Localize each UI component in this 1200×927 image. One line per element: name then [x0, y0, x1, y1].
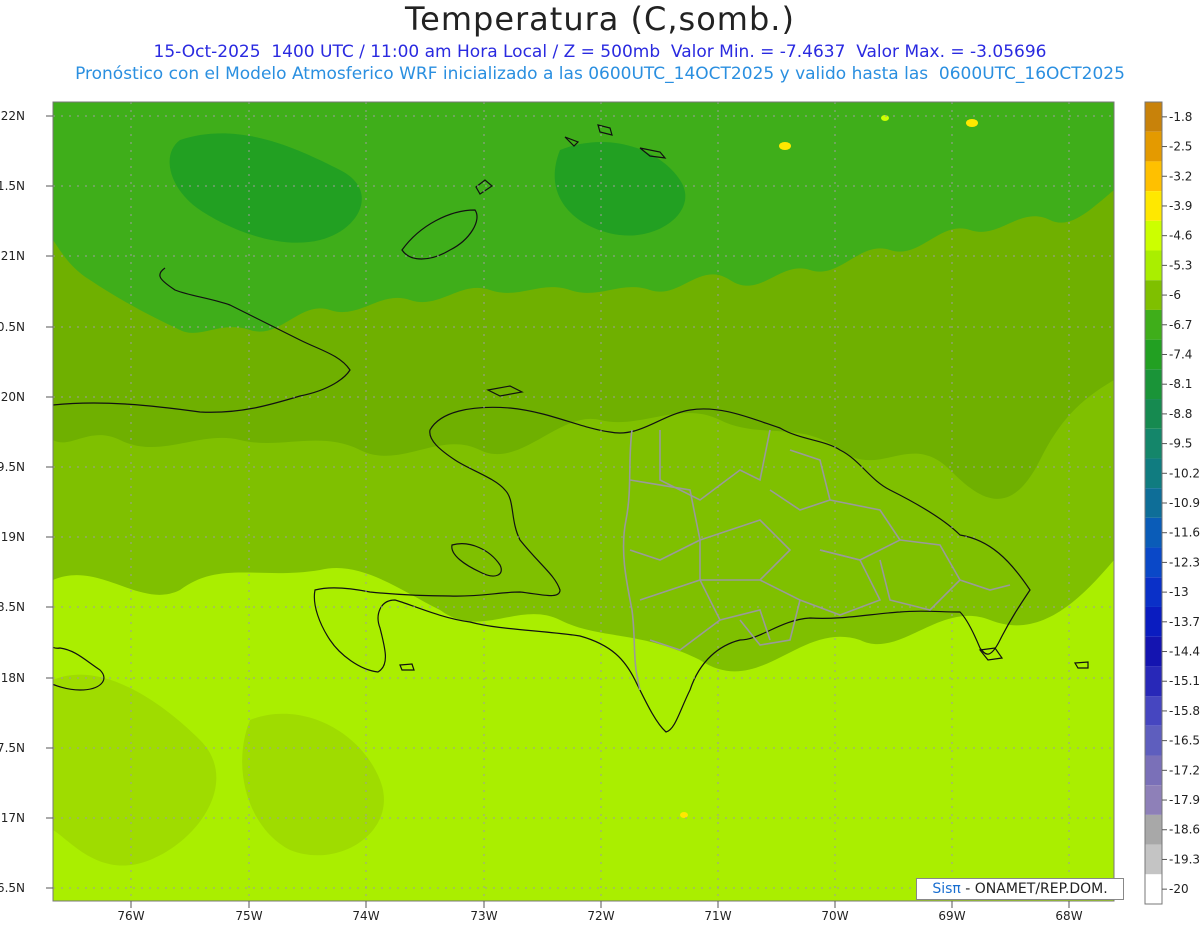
colorbar-swatch — [1145, 428, 1162, 459]
colorbar-label: -3.2 — [1169, 169, 1192, 183]
field-speck-warm-1 — [779, 142, 791, 150]
colorbar-label: -8.8 — [1169, 407, 1192, 421]
latitude-axis: 22N 21.5N 21N 20.5N 20N 19.5N 19N 18.5N … — [0, 109, 53, 895]
lat-label: 22N — [1, 109, 25, 123]
lat-label: 18.5N — [0, 600, 25, 614]
lat-label: 17N — [1, 811, 25, 825]
colorbar-label: -10.2 — [1169, 466, 1200, 480]
lat-label: 20N — [1, 390, 25, 404]
colorbar-label: -17.2 — [1169, 763, 1200, 777]
lat-label: 20.5N — [0, 320, 25, 334]
colorbar-swatch — [1145, 191, 1162, 221]
colorbar-label: -14.4 — [1169, 645, 1200, 659]
lat-label: 19N — [1, 530, 25, 544]
colorbar-label: -19.3 — [1169, 852, 1200, 866]
colorbar-swatch — [1145, 606, 1162, 637]
colorbar-swatch — [1145, 636, 1162, 667]
field-speck-warm-3 — [680, 812, 688, 818]
colorbar-label: -15.8 — [1169, 704, 1200, 718]
lon-label: 76W — [117, 909, 144, 923]
credit-brand: Sisπ — [932, 881, 961, 897]
credit-box: Sisπ - ONAMET/REP.DOM. — [916, 878, 1124, 900]
colorbar-swatch — [1145, 458, 1162, 489]
colorbar-label: -20 — [1169, 882, 1189, 896]
colorbar-label: -6 — [1169, 288, 1181, 302]
colorbar-label: -6.7 — [1169, 318, 1192, 332]
lat-label: 18N — [1, 671, 25, 685]
colorbar-swatch — [1145, 488, 1162, 518]
colorbar-label: -5.3 — [1169, 258, 1192, 272]
colorbar-swatch — [1145, 725, 1162, 756]
lat-label: 16.5N — [0, 881, 25, 895]
lat-label: 21N — [1, 249, 25, 263]
colorbar-label: -16.5 — [1169, 734, 1200, 748]
temperature-map: 22N 21.5N 21N 20.5N 20N 19.5N 19N 18.5N … — [0, 101, 1200, 923]
colorbar-swatch — [1145, 844, 1162, 875]
colorbar-swatch — [1145, 547, 1162, 578]
lon-label: 70W — [821, 909, 848, 923]
lon-label: 68W — [1055, 909, 1082, 923]
colorbar-swatch — [1145, 814, 1162, 845]
lon-label: 72W — [587, 909, 614, 923]
colorbar-swatch — [1145, 250, 1162, 281]
colorbar-swatch — [1145, 666, 1162, 697]
lat-label: 19.5N — [0, 460, 25, 474]
credit-text: - ONAMET/REP.DOM. — [960, 881, 1108, 897]
colorbar-swatch — [1145, 339, 1162, 370]
colorbar-label: -3.9 — [1169, 199, 1192, 213]
lon-label: 73W — [470, 909, 497, 923]
lon-label: 74W — [352, 909, 379, 923]
lon-label: 71W — [704, 909, 731, 923]
colorbar-label: -18.6 — [1169, 823, 1200, 837]
colorbar-swatch — [1145, 696, 1162, 726]
colorbar-swatch — [1145, 577, 1162, 607]
colorbar-label: -11.6 — [1169, 526, 1200, 540]
colorbar-label: -9.5 — [1169, 437, 1192, 451]
colorbar-label: -7.4 — [1169, 347, 1192, 361]
colorbar-swatch — [1145, 161, 1162, 192]
colorbar-label: -15.1 — [1169, 674, 1200, 688]
colorbar-label: -4.6 — [1169, 229, 1192, 243]
lat-label: 17.5N — [0, 741, 25, 755]
colorbar-label: -2.5 — [1169, 140, 1192, 154]
colorbar-label: -17.9 — [1169, 793, 1200, 807]
colorbar-swatch — [1145, 309, 1162, 340]
colorbar-swatch — [1145, 131, 1162, 162]
colorbar-swatch — [1145, 755, 1162, 786]
colorbar-swatch — [1145, 220, 1162, 251]
colorbar-swatch — [1145, 517, 1162, 548]
colorbar-label: -10.9 — [1169, 496, 1200, 510]
colorbar-swatch — [1145, 369, 1162, 400]
colorbar-label: -13 — [1169, 585, 1189, 599]
field-speck-warm-2 — [966, 119, 978, 127]
colorbar-label: -8.1 — [1169, 377, 1192, 391]
lon-label: 69W — [938, 909, 965, 923]
colorbar-swatch — [1145, 102, 1162, 132]
colorbar-swatch — [1145, 785, 1162, 815]
longitude-axis: 76W 75W 74W 73W 72W 71W 70W 69W 68W — [117, 901, 1083, 923]
colorbar-swatch — [1145, 399, 1162, 429]
colorbar-label: -12.3 — [1169, 555, 1200, 569]
colorbar-label: -13.7 — [1169, 615, 1200, 629]
lon-label: 75W — [235, 909, 262, 923]
lat-label: 21.5N — [0, 179, 25, 193]
colorbar-legend: -1.8 -2.5 -3.2 -3.9 -4.6 -5.3 -6 -6.7 -7.4 -8.1 -8… — [1144, 101, 1200, 905]
colorbar-swatch — [1145, 280, 1162, 310]
colorbar-swatch — [1145, 874, 1162, 904]
colorbar-label: -1.8 — [1169, 110, 1192, 124]
